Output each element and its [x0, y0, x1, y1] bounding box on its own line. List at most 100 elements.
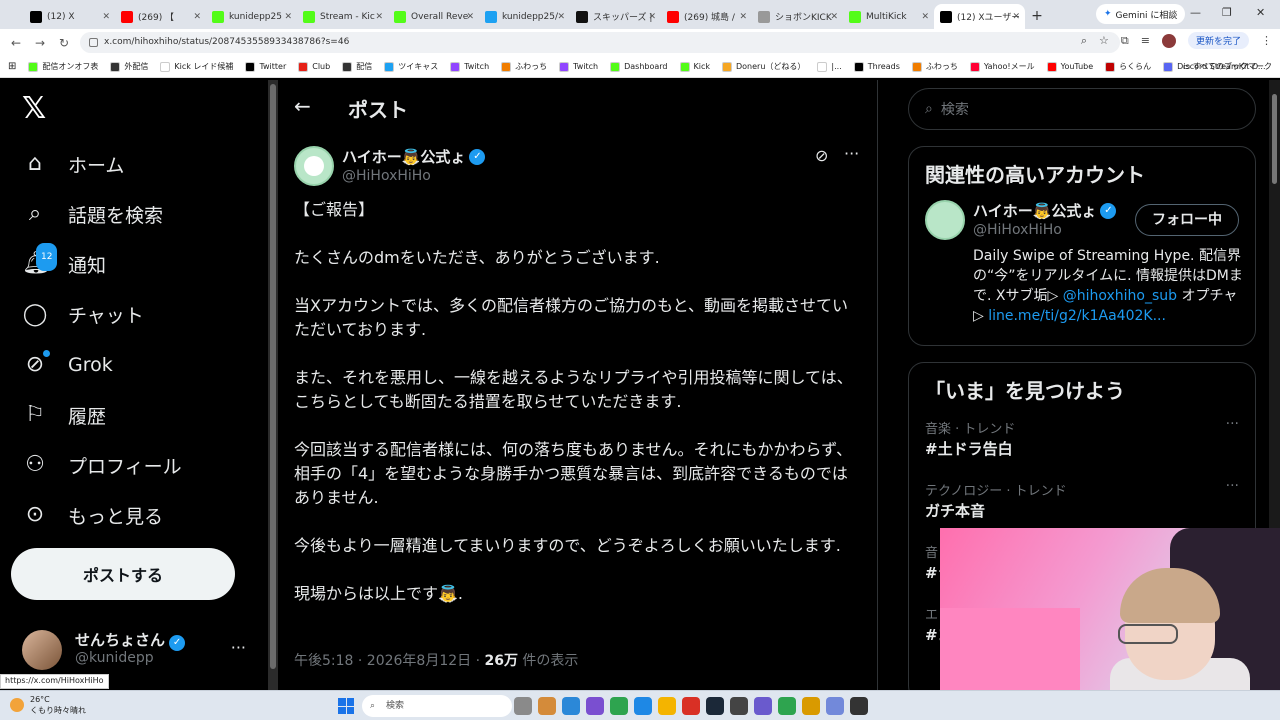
back-arrow-icon[interactable]: ← [294, 94, 311, 118]
bookmark-item[interactable]: Kick [679, 61, 710, 72]
bookmark-item[interactable]: Kick レイド候補 [160, 61, 233, 72]
profile-avatar[interactable] [1161, 33, 1176, 48]
bookmark-item[interactable]: ふわっち [501, 61, 547, 72]
close-tab-icon[interactable]: ✕ [557, 12, 565, 22]
browser-tab[interactable]: (12) Xユーザー ✕ [934, 4, 1025, 29]
all-bookmarks[interactable]: ▭ すべてのブックマーク [1183, 61, 1272, 72]
bookmark-item[interactable]: Twitch [559, 61, 598, 72]
related-name[interactable]: ハイホー👼公式ょ ✓ [973, 200, 1117, 221]
following-button[interactable]: フォロー中 [1135, 204, 1239, 236]
more-dots-icon[interactable]: ··· [1226, 478, 1239, 494]
reload-button[interactable]: ↻ [52, 36, 76, 50]
browser-tab[interactable]: Overall Reve ✕ [388, 4, 479, 29]
extensions-icon[interactable]: ⧉ [1121, 34, 1129, 48]
taskbar-app-icon[interactable] [730, 697, 748, 715]
bookmark-item[interactable]: ふわっち [911, 61, 958, 72]
taskbar-app-icon[interactable] [682, 697, 700, 715]
maximize-button[interactable]: ❐ [1222, 6, 1232, 19]
minimize-button[interactable]: — [1190, 6, 1201, 19]
taskbar-app-icon[interactable] [826, 697, 844, 715]
trend-item[interactable]: 音楽 · トレンド #土ドラ告白 ··· [909, 416, 1255, 478]
back-button[interactable]: ← [4, 36, 28, 50]
close-tab-icon[interactable]: ✕ [102, 12, 110, 22]
site-info-icon[interactable] [89, 38, 98, 47]
bookmark-item[interactable]: Club [298, 61, 330, 72]
bookmark-item[interactable]: Doneru（どねる） [722, 61, 805, 72]
browser-tab[interactable]: スキッパーズ | ✕ [570, 4, 661, 29]
search-input[interactable]: ⌕ 検索 [908, 88, 1256, 130]
zoom-icon[interactable]: ⌕ [1081, 34, 1087, 48]
close-tab-icon[interactable]: ✕ [1012, 12, 1020, 22]
related-account[interactable]: ハイホー👼公式ょ ✓ @HiHoxHiHo フォロー中 Daily Swipe o… [909, 200, 1255, 330]
sidepanel-icon[interactable]: ≡ [1141, 34, 1150, 47]
close-tab-icon[interactable]: ✕ [193, 12, 201, 22]
line-link[interactable]: line.me/ti/g2/k1Aa402K... [988, 308, 1166, 324]
bookmark-item[interactable]: らくらん [1105, 61, 1151, 72]
bookmark-item[interactable]: Threads [853, 61, 900, 72]
browser-tab[interactable]: kunidepp25/✕ [479, 4, 570, 29]
taskbar-search[interactable]: ⌕ 検索 [362, 695, 512, 717]
start-button-icon[interactable] [338, 698, 354, 714]
nav-item-person[interactable]: ⚇ プロフィール [22, 445, 182, 485]
taskbar-app-icon[interactable] [658, 697, 676, 715]
gemini-button[interactable]: ✦ Gemini に相談 [1096, 4, 1186, 24]
bookmark-item[interactable]: ツイキャス [384, 61, 438, 72]
close-window-button[interactable]: ✕ [1256, 6, 1265, 19]
taskbar-app-icon[interactable] [706, 697, 724, 715]
post-time[interactable]: 午後5:18 · 2026年8月12日 · [294, 653, 485, 669]
nav-item-bookmark[interactable]: ⚐ 履歴 [22, 395, 106, 435]
forward-button[interactable]: → [28, 36, 52, 50]
nav-item-chat[interactable]: ◯ チャット [22, 295, 144, 335]
close-tab-icon[interactable]: ✕ [921, 12, 929, 22]
bookmark-item[interactable]: Twitter [245, 61, 286, 72]
nav-item-search[interactable]: ⌕ 話題を検索 [22, 194, 163, 234]
taskbar-app-icon[interactable] [514, 697, 532, 715]
bookmark-item[interactable]: |... [817, 61, 842, 72]
close-tab-icon[interactable]: ✕ [375, 12, 383, 22]
menu-icon[interactable]: ⋮ [1261, 34, 1272, 47]
more-dots-icon[interactable]: ··· [231, 638, 246, 657]
taskbar-app-icon[interactable] [802, 697, 820, 715]
bookmark-item[interactable]: 外配信 [110, 61, 148, 72]
more-dots-icon[interactable]: ··· [1226, 416, 1239, 432]
taskbar-app-icon[interactable] [634, 697, 652, 715]
apps-icon[interactable]: ⊞ [8, 61, 16, 72]
close-tab-icon[interactable]: ✕ [648, 12, 656, 22]
author-handle[interactable]: @HiHoxHiHo [342, 168, 431, 184]
close-tab-icon[interactable]: ✕ [466, 12, 474, 22]
nav-item-grok[interactable]: ⊘ Grok [22, 345, 113, 385]
weather-widget[interactable]: 26°C くもり時々晴れ [10, 694, 86, 716]
taskbar-app-icon[interactable] [586, 697, 604, 715]
new-tab-button[interactable]: + [1025, 4, 1049, 29]
grok-icon[interactable]: ⊘ [815, 146, 828, 165]
browser-tab[interactable]: (12) X ✕ [24, 4, 115, 29]
browser-tab[interactable]: ショボンKICK ✕ [752, 4, 843, 29]
more-dots-icon[interactable]: ··· [844, 144, 859, 163]
post-button[interactable]: ポストする [11, 548, 235, 600]
bookmark-item[interactable]: Twitch [450, 61, 489, 72]
account-switcher[interactable]: せんちょさん ✓ @kunidepp ··· [22, 628, 252, 672]
close-tab-icon[interactable]: ✕ [739, 12, 747, 22]
taskbar-app-icon[interactable] [562, 697, 580, 715]
bookmark-item[interactable]: 配信オンオフ表 [28, 61, 98, 72]
left-scrollbar[interactable] [268, 80, 278, 690]
author-name[interactable]: ハイホー👼公式ょ ✓ [342, 146, 486, 167]
nav-item-bell[interactable]: 🔔︎12 通知 [22, 243, 106, 284]
url-field[interactable]: x.com/hihoxhiho/status/20874535589334387… [80, 32, 1120, 53]
close-tab-icon[interactable]: ✕ [830, 12, 838, 22]
browser-tab[interactable]: Stream - Kic ✕ [297, 4, 388, 29]
browser-tab[interactable]: kunidepp25 ✕ [206, 4, 297, 29]
update-button[interactable]: 更新を完了 [1187, 32, 1249, 49]
sub-account-link[interactable]: @hihoxhiho_sub [1063, 288, 1177, 304]
close-tab-icon[interactable]: ✕ [284, 12, 292, 22]
taskbar-app-icon[interactable] [754, 697, 772, 715]
nav-item-home[interactable]: ⌂ ホーム [22, 144, 124, 184]
browser-tab[interactable]: (269) 【 ✕ [115, 4, 206, 29]
bookmark-item[interactable]: 配信 [342, 61, 372, 72]
author-avatar[interactable] [294, 146, 334, 186]
taskbar-app-icon[interactable] [610, 697, 628, 715]
taskbar-app-icon[interactable] [778, 697, 796, 715]
browser-tab[interactable]: (269) 城島 / ✕ [661, 4, 752, 29]
bookmark-item[interactable]: Dashboard [610, 61, 668, 72]
bookmark-star-icon[interactable]: ☆ [1099, 34, 1109, 47]
